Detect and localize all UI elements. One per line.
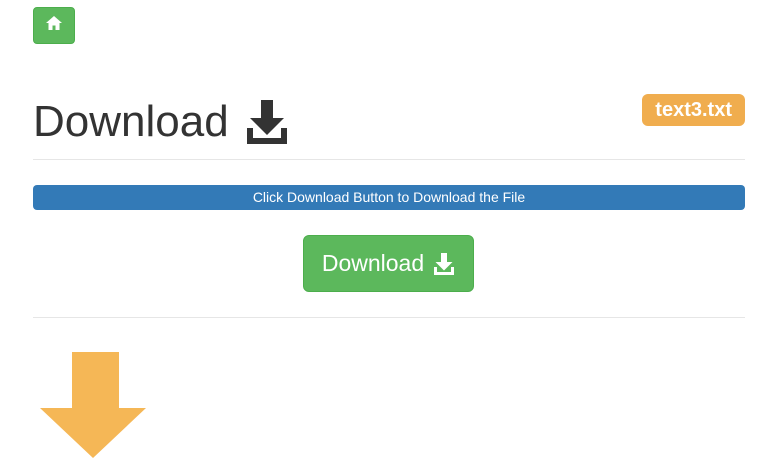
download-icon xyxy=(433,252,455,276)
download-button-label: Download xyxy=(321,250,425,276)
page-title: Download xyxy=(33,92,289,152)
download-icon xyxy=(245,98,289,146)
progress-label: Click Download Button to Download the Fi… xyxy=(252,189,526,205)
divider xyxy=(33,317,745,318)
divider xyxy=(33,159,745,160)
download-button[interactable]: Download xyxy=(303,235,474,292)
arrow-down-icon xyxy=(40,352,146,458)
home-button[interactable] xyxy=(33,7,75,44)
home-icon xyxy=(45,15,63,36)
file-name-badge: text3.txt xyxy=(642,94,745,126)
progress-bar: Click Download Button to Download the Fi… xyxy=(33,185,745,210)
page-title-text: Download xyxy=(33,97,229,146)
